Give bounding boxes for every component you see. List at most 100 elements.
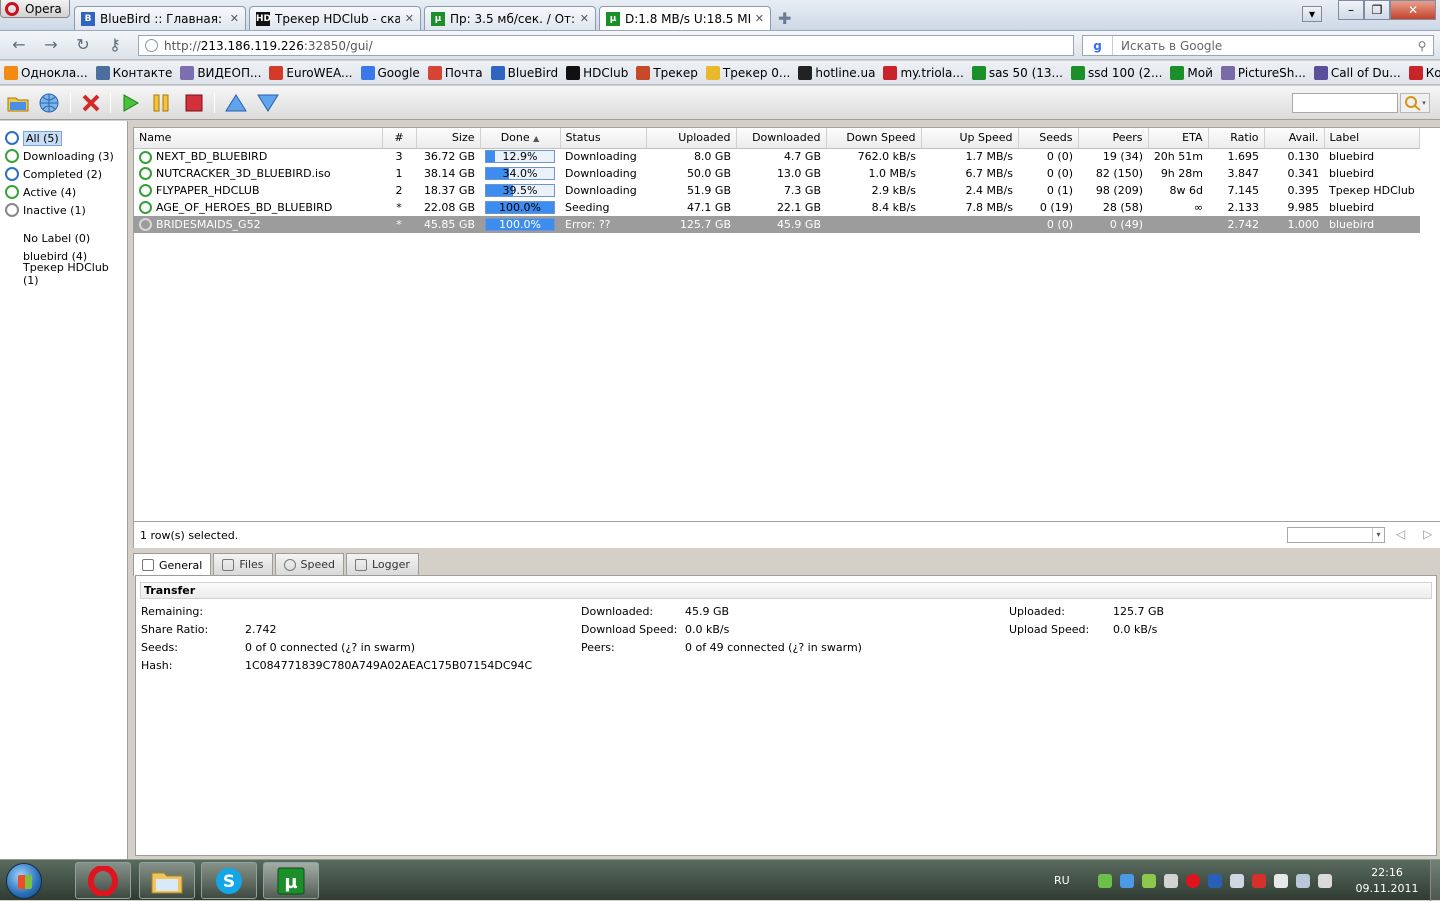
- bookmark-item[interactable]: Google: [360, 65, 420, 80]
- bookmark-item[interactable]: Почта: [427, 65, 483, 80]
- tab-general[interactable]: General: [133, 553, 212, 576]
- minimize-icon[interactable]: –: [1338, 0, 1364, 20]
- column-header-size[interactable]: Size: [416, 128, 481, 149]
- tray-app-icon[interactable]: [1097, 873, 1112, 888]
- bookmark-item[interactable]: sas 50 (13...: [971, 65, 1063, 80]
- next-page-icon[interactable]: ▷: [1423, 527, 1432, 541]
- tab-menu-icon[interactable]: ▾: [1302, 6, 1322, 22]
- bookmark-item[interactable]: PictureSh...: [1220, 65, 1306, 80]
- column-header-queue[interactable]: #: [382, 128, 417, 149]
- column-header-status[interactable]: Status: [560, 128, 647, 149]
- bookmark-item[interactable]: EuroWEA...: [269, 65, 353, 80]
- taskbar-opera[interactable]: [75, 862, 131, 899]
- bookmark-item[interactable]: Трекер: [636, 65, 698, 80]
- network-icon[interactable]: [1295, 873, 1310, 888]
- move-down-icon[interactable]: [256, 92, 280, 114]
- start-button[interactable]: [6, 863, 42, 899]
- bookmark-item[interactable]: Консульс...: [1408, 65, 1440, 80]
- bookmark-item[interactable]: Контакте: [95, 65, 172, 80]
- prev-page-icon[interactable]: ◁: [1396, 527, 1405, 541]
- bookmark-item[interactable]: Call of Du...: [1313, 65, 1401, 80]
- bookmark-item[interactable]: Трекер 0...: [705, 65, 790, 80]
- tray-app-icon[interactable]: [1163, 873, 1178, 888]
- bookmark-item[interactable]: hotline.ua: [798, 65, 875, 80]
- table-row[interactable]: AGE_OF_HEROES_BD_BLUEBIRD * 22.08 GB 100.0%…: [134, 199, 1420, 216]
- start-icon[interactable]: [118, 92, 142, 114]
- opera-menu-button[interactable]: Opera: [0, 0, 70, 18]
- tab-files[interactable]: Files: [213, 553, 273, 575]
- show-desktop-button[interactable]: [1430, 860, 1440, 901]
- column-header-seeds[interactable]: Seeds: [1018, 128, 1079, 149]
- key-icon[interactable]: ⚷: [104, 36, 126, 54]
- search-field[interactable]: g Искать в Google ⚲: [1082, 35, 1434, 56]
- column-header-ratio[interactable]: Ratio: [1208, 128, 1265, 149]
- close-window-icon[interactable]: ✕: [1390, 0, 1436, 20]
- category-inactive[interactable]: Inactive (1): [0, 201, 127, 219]
- bookmark-item[interactable]: Мой: [1170, 65, 1213, 80]
- category-completed[interactable]: Completed (2): [0, 165, 127, 183]
- column-header-down-speed[interactable]: Down Speed: [826, 128, 922, 149]
- column-header-name[interactable]: Name: [134, 128, 383, 149]
- language-indicator[interactable]: RU: [1054, 874, 1070, 887]
- reload-icon[interactable]: ↻: [72, 36, 94, 54]
- url-input[interactable]: http://213.186.119.226:32850/gui/: [138, 35, 1074, 56]
- tray-app-icon[interactable]: [1119, 873, 1134, 888]
- back-icon[interactable]: ←: [8, 36, 30, 54]
- column-header-eta[interactable]: ETA: [1148, 128, 1209, 149]
- label-no-label[interactable]: No Label (0): [0, 229, 127, 247]
- new-tab-icon[interactable]: ✚: [778, 9, 791, 28]
- label-hdclub[interactable]: Трекер HDClub (1): [0, 261, 127, 287]
- column-header-done[interactable]: Done ▲: [480, 128, 561, 149]
- tab-logger[interactable]: Logger: [345, 553, 419, 575]
- tab-utorrent-1[interactable]: µ Пр: 3.5 мб/сек. / От: 1... ✕: [424, 6, 596, 30]
- page-select[interactable]: ▾: [1287, 527, 1385, 543]
- category-downloading[interactable]: Downloading (3): [0, 147, 127, 165]
- add-url-icon[interactable]: [37, 92, 61, 114]
- bluetooth-icon[interactable]: [1207, 873, 1222, 888]
- add-torrent-icon[interactable]: [6, 92, 30, 114]
- tray-app-icon[interactable]: [1229, 873, 1244, 888]
- taskbar-explorer[interactable]: [139, 862, 195, 899]
- close-tab-icon[interactable]: ✕: [230, 12, 239, 25]
- torrent-search-button[interactable]: ▾: [1400, 93, 1430, 113]
- bookmark-item[interactable]: Однокла...: [4, 65, 88, 80]
- google-search-engine-icon[interactable]: g: [1083, 36, 1113, 55]
- pause-icon[interactable]: [149, 92, 173, 114]
- category-active[interactable]: Active (4): [0, 183, 127, 201]
- column-header-peers[interactable]: Peers: [1078, 128, 1149, 149]
- clock[interactable]: 22:16 09.11.2011: [1352, 865, 1422, 897]
- table-row[interactable]: BRIDESMAIDS_G52 * 45.85 GB 100.0% Error: ?? 1…: [134, 216, 1420, 233]
- category-all[interactable]: All (5): [0, 129, 127, 147]
- tray-app-icon[interactable]: [1251, 873, 1266, 888]
- close-tab-icon[interactable]: ✕: [755, 12, 764, 25]
- torrent-search-input[interactable]: [1292, 93, 1398, 113]
- column-header-up-speed[interactable]: Up Speed: [921, 128, 1019, 149]
- tab-utorrent-active[interactable]: µ D:1.8 MB/s U:18.5 MB/s... ✕: [599, 6, 771, 30]
- tray-app-icon[interactable]: [1141, 873, 1156, 888]
- forward-icon[interactable]: →: [40, 36, 62, 54]
- bookmark-item[interactable]: my.triola...: [883, 65, 964, 80]
- taskbar-skype[interactable]: S: [201, 862, 257, 899]
- column-header-label[interactable]: Label: [1324, 128, 1421, 149]
- taskbar-utorrent[interactable]: µ: [263, 862, 319, 899]
- tab-hdclub[interactable]: HD Трекер HDClub - скач... ✕: [249, 6, 421, 30]
- table-row[interactable]: FLYPAPER_HDCLUB 2 18.37 GB 39.5% Downloading…: [134, 182, 1420, 199]
- tab-bluebird[interactable]: B BlueBird :: Главная: ск... ✕: [74, 6, 246, 30]
- column-header-downloaded[interactable]: Downloaded: [736, 128, 827, 149]
- table-row[interactable]: NUTCRACKER_3D_BLUEBIRD.iso 1 38.14 GB 34.0%…: [134, 165, 1420, 182]
- stop-icon[interactable]: [182, 92, 206, 114]
- maximize-icon[interactable]: ❐: [1364, 0, 1390, 20]
- search-icon[interactable]: ⚲: [1411, 39, 1433, 53]
- bookmark-item[interactable]: ssd 100 (2...: [1070, 65, 1162, 80]
- opera-tray-icon[interactable]: [1185, 873, 1200, 888]
- close-tab-icon[interactable]: ✕: [405, 12, 414, 25]
- close-tab-icon[interactable]: ✕: [580, 12, 589, 25]
- volume-icon[interactable]: [1317, 873, 1332, 888]
- column-header-avail[interactable]: Avail.: [1264, 128, 1325, 149]
- bookmark-item[interactable]: ВИДЕОП...: [180, 65, 261, 80]
- bookmark-item[interactable]: BlueBird: [490, 65, 558, 80]
- tab-speed[interactable]: Speed: [274, 553, 344, 575]
- column-header-uploaded[interactable]: Uploaded: [646, 128, 737, 149]
- move-up-icon[interactable]: [224, 92, 248, 114]
- bookmark-item[interactable]: HDClub: [566, 65, 628, 80]
